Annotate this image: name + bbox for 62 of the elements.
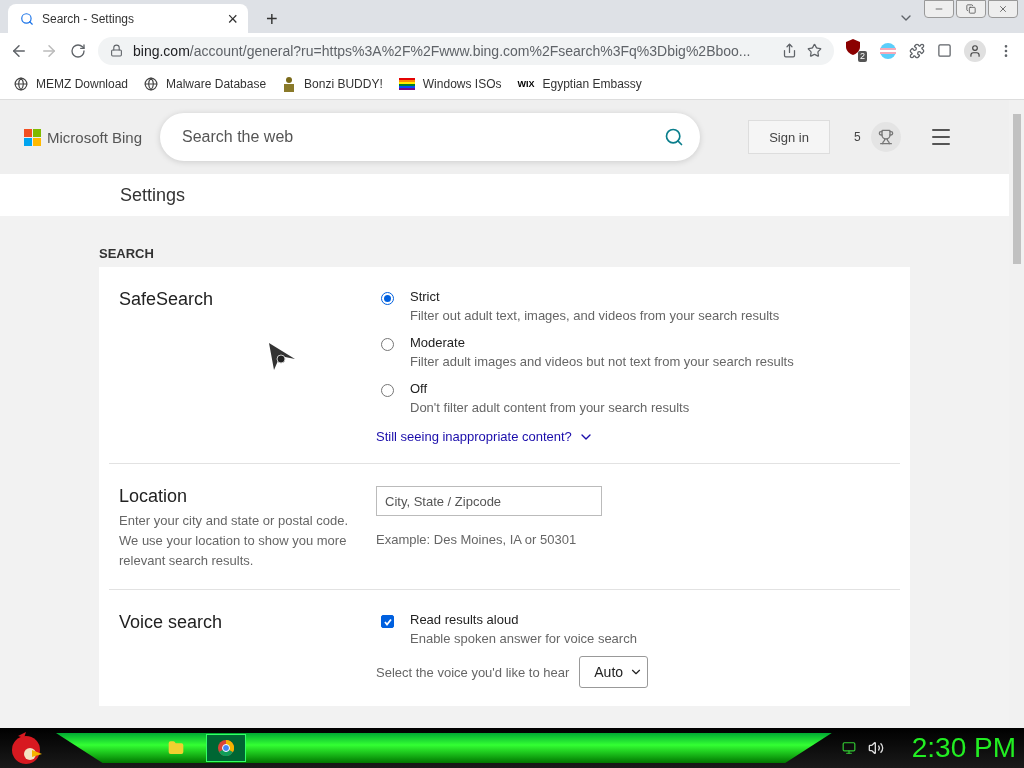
voice-label: Select the voice you'd like to hear xyxy=(376,664,570,680)
new-tab-button[interactable]: + xyxy=(266,9,278,29)
address-bar[interactable]: bing.com/account/general?ru=https%3A%2F%2Fwww.bing.com%2Fsearch%3Fq%3Dbig%2Bboo... xyxy=(98,36,834,65)
bookmark[interactable]: MEMZ Download xyxy=(14,76,129,91)
search-field[interactable]: Search the web xyxy=(180,127,664,147)
extensions-icon[interactable] xyxy=(909,42,925,59)
close-button[interactable] xyxy=(988,0,1018,18)
reload-icon[interactable] xyxy=(70,42,86,59)
cursor-icon xyxy=(268,342,296,372)
rainbow-flag-icon xyxy=(398,76,415,91)
search-bar[interactable]: Search the web xyxy=(160,113,700,161)
page-title: Settings xyxy=(120,184,186,206)
tab-title: Search - Settings xyxy=(42,11,136,26)
sign-in-button[interactable]: Sign in xyxy=(748,120,830,154)
restore-icon xyxy=(966,4,976,14)
volume-icon[interactable] xyxy=(867,740,884,756)
bookmark[interactable]: Malware Database xyxy=(144,76,267,91)
bookmark[interactable]: Windows ISOs xyxy=(398,76,502,91)
option-description: Filter out adult text, images, and videos from your search results xyxy=(410,308,781,323)
star-icon[interactable] xyxy=(807,43,822,58)
url-text: bing.com/account/general?ru=https%3A%2F%2Fwww.bing.com%2Fsearch%3Fq%3Dbig%2Bboo... xyxy=(133,42,752,59)
setting-title: Voice search xyxy=(119,612,223,633)
globe-icon xyxy=(144,76,159,91)
profile-icon[interactable] xyxy=(964,39,986,62)
globe-icon xyxy=(14,76,28,91)
option-label: Moderate xyxy=(410,335,466,350)
option-description: Enable spoken answer for voice search xyxy=(410,631,638,646)
trophy-icon[interactable] xyxy=(870,122,901,152)
figure-icon xyxy=(282,75,297,92)
clock: 2:30 PM xyxy=(911,732,1016,764)
lock-icon[interactable] xyxy=(110,44,123,57)
option-description: Filter adult images and videos but not text from your search results xyxy=(410,354,795,369)
chrome-icon xyxy=(218,740,234,756)
bing-logo[interactable]: Microsoft Bing xyxy=(24,128,160,146)
side-panel-icon[interactable] xyxy=(937,43,952,58)
location-field[interactable]: City, State / Zipcode xyxy=(376,486,602,516)
setting-title: SafeSearch xyxy=(119,289,214,310)
share-icon[interactable] xyxy=(782,43,797,58)
setting-title: Location xyxy=(119,486,188,507)
section-label: SEARCH xyxy=(99,246,155,261)
checkbox[interactable] xyxy=(381,615,394,628)
chrome-taskbar-button[interactable] xyxy=(206,734,246,762)
bookmark[interactable]: WIX Egyptian Embassy xyxy=(517,76,642,91)
voice-select[interactable]: Auto xyxy=(579,656,649,688)
option-description: Don't filter adult content from your search results xyxy=(410,400,691,415)
browser-tab[interactable]: Search - Settings × xyxy=(8,4,248,33)
search-icon[interactable] xyxy=(664,127,684,147)
scrollbar[interactable] xyxy=(1009,100,1024,728)
points-count: 5 xyxy=(854,130,861,144)
network-icon[interactable] xyxy=(841,741,856,755)
example-text: Example: Des Moines, IA or 50301 xyxy=(376,532,578,547)
bookmark[interactable]: Bonzi BUDDY! xyxy=(282,75,383,92)
close-tab-button[interactable]: × xyxy=(227,9,238,28)
restore-button[interactable] xyxy=(956,0,986,18)
close-icon xyxy=(998,4,1008,14)
option-label: Read results aloud xyxy=(410,612,520,627)
option-label: Strict xyxy=(410,289,441,304)
setting-description: Enter your city and state or postal code. We use your location to show you more relevant search results. xyxy=(119,512,349,570)
search-icon xyxy=(20,11,34,26)
option-label: Off xyxy=(410,381,429,396)
wix-logo: WIX xyxy=(517,78,535,89)
inappropriate-content-link[interactable]: Still seeing inappropriate content? xyxy=(376,428,594,445)
